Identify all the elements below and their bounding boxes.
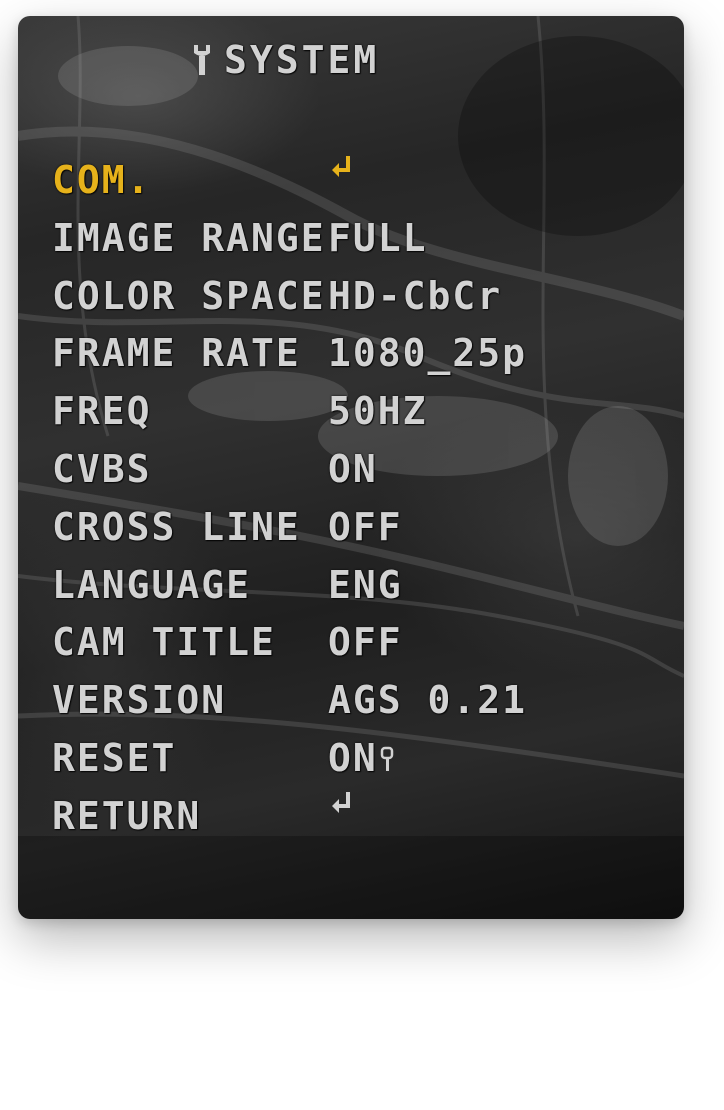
wrench-icon [194,45,210,75]
menu-item-value: ON [328,441,378,499]
menu-item-value: OFF [328,614,403,672]
osd-menu: SYSTEM COM. IMAGE RANGE FULL COLOR SPACE HD-… [18,16,684,919]
menu-item-value: ON [328,730,394,788]
menu-list: COM. IMAGE RANGE FULL COLOR SPACE HD-CbCr FRA… [52,152,652,846]
menu-item-label: CROSS LINE [52,504,301,549]
menu-item-language[interactable]: LANGUAGE ENG [52,557,652,615]
menu-title-text: SYSTEM [224,38,380,82]
enter-arrow-icon [332,791,350,813]
menu-item-label: VERSION [52,678,227,723]
menu-item-value: OFF [328,499,403,557]
osd-screen: SYSTEM COM. IMAGE RANGE FULL COLOR SPACE HD-… [18,16,684,919]
menu-item-label: FREQ [52,389,152,434]
menu-item-freq[interactable]: FREQ 50HZ [52,383,652,441]
menu-item-com[interactable]: COM. [52,152,652,210]
menu-item-label: CAM TITLE [52,620,276,665]
menu-item-value: HD-CbCr [328,268,502,326]
menu-item-label: LANGUAGE [52,562,252,607]
menu-item-value [328,152,354,182]
menu-item-value [328,788,354,818]
menu-item-return[interactable]: RETURN [52,788,652,846]
menu-item-label: COLOR SPACE [52,273,326,318]
menu-item-cam-title[interactable]: CAM TITLE OFF [52,614,652,672]
enter-arrow-icon [332,156,350,177]
menu-item-value-text: ON [328,446,378,491]
menu-item-value-text: OFF [328,620,403,665]
menu-title: SYSTEM [190,38,379,82]
menu-item-value-text: 1080_25p [328,331,528,376]
menu-item-value-text: AGS 0.21 [328,678,528,723]
menu-item-reset[interactable]: RESET ON [52,730,652,788]
menu-item-value-text: FULL [328,215,428,260]
menu-item-value-text: ENG [328,562,403,607]
menu-item-cross-line[interactable]: CROSS LINE OFF [52,499,652,557]
menu-item-label: CVBS [52,446,152,491]
menu-item-label: RETURN [52,793,202,838]
menu-item-label: FRAME RATE [52,331,301,376]
menu-item-frame-rate[interactable]: FRAME RATE 1080_25p [52,325,652,383]
key-icon [380,746,394,771]
menu-item-label: COM. [52,158,152,202]
menu-item-color-space[interactable]: COLOR SPACE HD-CbCr [52,268,652,326]
menu-item-version[interactable]: VERSION AGS 0.21 [52,672,652,730]
menu-item-value: ENG [328,557,403,615]
menu-item-value-text: ON [328,735,378,780]
menu-item-label: RESET [52,735,177,780]
menu-item-value-text: 50HZ [328,389,428,434]
menu-item-image-range[interactable]: IMAGE RANGE FULL [52,210,652,268]
menu-item-cvbs[interactable]: CVBS ON [52,441,652,499]
menu-item-value-text: OFF [328,504,403,549]
menu-item-value: 50HZ [328,383,428,441]
menu-item-label: IMAGE RANGE [52,215,326,260]
menu-item-value: AGS 0.21 [328,672,527,730]
menu-item-value: FULL [328,210,428,268]
menu-item-value-text: HD-CbCr [328,273,503,318]
menu-item-value: 1080_25p [328,325,527,383]
